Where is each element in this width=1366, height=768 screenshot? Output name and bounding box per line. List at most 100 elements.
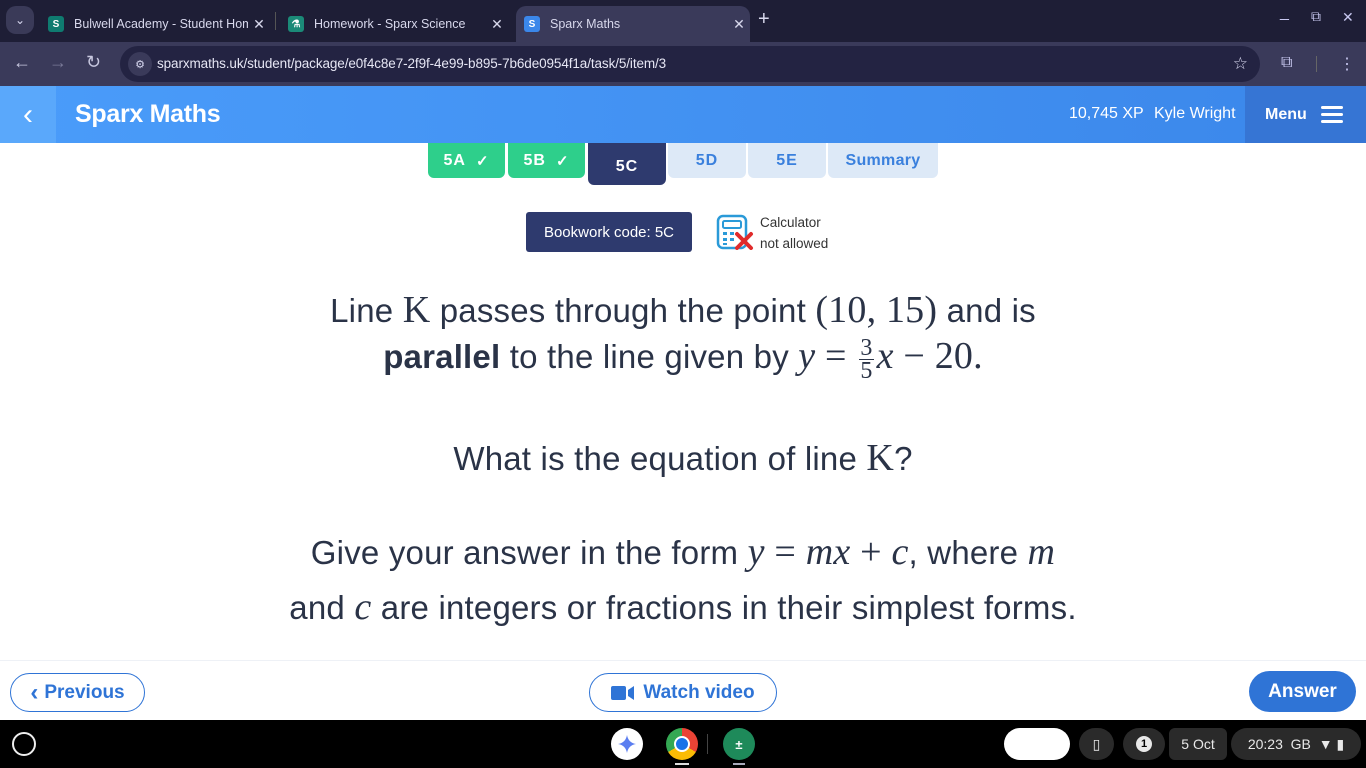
chevron-left-icon: ‹	[23, 97, 33, 131]
fraction-denominator: 5	[860, 357, 873, 384]
chevron-down-icon: ⌄	[14, 13, 26, 27]
brand-title: Sparx Maths	[75, 100, 221, 128]
browser-tab-strip: ⌄ S Bulwell Academy - Student Hom ✕ ⚗ Ho…	[0, 0, 1366, 42]
task-tab-5a[interactable]: 5A ✓	[428, 143, 505, 178]
tab-title: Bulwell Academy - Student Hom	[74, 17, 248, 31]
xp-counter: 10,745 XP	[1069, 105, 1144, 122]
launcher-button[interactable]	[12, 732, 36, 756]
system-shelf: ± ▯ 1 5 Oct 20:23 GB ▼ ▮	[0, 720, 1366, 768]
answer-button[interactable]: Answer	[1249, 671, 1356, 712]
watch-video-label: Watch video	[643, 681, 755, 703]
tab-title: Sparx Maths	[550, 17, 621, 31]
task-tab-5d[interactable]: 5D	[668, 143, 746, 178]
running-indicator	[675, 763, 689, 765]
minimize-icon[interactable]: _	[1280, 4, 1289, 22]
close-window-icon[interactable]: ✕	[1342, 9, 1354, 26]
task-tab-summary[interactable]: Summary	[828, 143, 938, 178]
bookmark-star-icon[interactable]: ☆	[1233, 54, 1248, 74]
calculator-status: Calculator not allowed	[760, 212, 828, 254]
calculator-status-text: not allowed	[760, 236, 829, 251]
check-icon: ✓	[475, 152, 490, 170]
site-info-icon[interactable]: ⚙	[128, 52, 152, 76]
calculator-glyph-icon: ±	[735, 736, 743, 752]
watch-video-button[interactable]: Watch video	[589, 673, 777, 712]
fraction-numerator: 3	[859, 334, 874, 361]
notification-count-badge: 1	[1136, 736, 1152, 752]
math-x: x	[876, 335, 894, 377]
question-text: and is	[937, 292, 1036, 329]
math-fraction: 35	[859, 334, 874, 384]
phone-hub-button[interactable]: ▯	[1079, 728, 1114, 760]
task-tab-5b[interactable]: 5B ✓	[508, 143, 585, 178]
close-tab-icon[interactable]: ✕	[248, 16, 270, 33]
question-text: Line	[330, 292, 403, 329]
app-header: ‹ Sparx Maths 10,745 XP Kyle Wright Menu	[0, 86, 1366, 143]
task-tab-label: 5B	[523, 151, 546, 169]
question-line-1: Line K passes through the point (10, 15)…	[0, 288, 1366, 332]
notifications-button[interactable]: 1	[1123, 728, 1165, 760]
system-tray-button[interactable]: 20:23 GB ▼ ▮	[1231, 728, 1361, 760]
video-camera-icon	[611, 685, 635, 700]
question-text: , where	[908, 534, 1028, 571]
bookwork-code: Bookwork code: 5C	[526, 212, 692, 252]
more-menu-icon[interactable]: ⋮	[1339, 54, 1355, 74]
task-tab-label: 5C	[615, 158, 639, 175]
holding-space-thumbnails[interactable]	[1004, 728, 1070, 760]
user-name[interactable]: Kyle Wright	[1154, 105, 1236, 123]
task-tab-5c[interactable]: 5C	[588, 143, 666, 185]
reload-icon[interactable]: ↻	[86, 52, 101, 73]
new-tab-button[interactable]: +	[758, 8, 770, 31]
tab-search-dropdown[interactable]: ⌄	[6, 6, 34, 34]
sharepoint-icon: S	[48, 16, 64, 32]
url-text[interactable]: sparxmaths.uk/student/package/e0f4c8e7-2…	[157, 56, 666, 71]
close-tab-icon[interactable]: ✕	[486, 16, 508, 33]
task-tab-5e[interactable]: 5E	[748, 143, 826, 178]
running-indicator	[733, 763, 745, 765]
phone-icon: ▯	[1092, 735, 1101, 752]
gemini-app-icon[interactable]	[611, 728, 643, 760]
task-tab-label: 5E	[776, 151, 798, 169]
menu-button[interactable]: Menu	[1245, 86, 1366, 143]
shelf-divider	[707, 734, 708, 754]
question-text: ?	[894, 440, 913, 477]
back-arrow-icon[interactable]: ←	[13, 52, 31, 73]
question-text: and	[289, 589, 355, 626]
task-tab-label: Summary	[845, 151, 921, 169]
flask-icon: ⚗	[288, 16, 304, 32]
math-point: (10, 15)	[815, 289, 938, 331]
task-tab-label: 5A	[443, 151, 466, 169]
question-line-5: and c are integers or fractions in their…	[0, 585, 1366, 629]
date-button[interactable]: 5 Oct	[1169, 728, 1227, 760]
close-tab-icon[interactable]: ✕	[728, 16, 750, 33]
browser-toolbar: ← → ↻ ⚙ sparxmaths.uk/student/package/e0…	[0, 42, 1366, 86]
math-equals: =	[764, 531, 806, 573]
tab-bulwell-academy[interactable]: S Bulwell Academy - Student Hom ✕	[42, 6, 270, 42]
math-equals: =	[815, 335, 857, 377]
calculator-app-icon[interactable]: ±	[723, 728, 755, 760]
tab-divider	[275, 12, 276, 30]
menu-label: Menu	[1265, 105, 1307, 123]
input-locale: GB	[1290, 736, 1311, 752]
forward-arrow-icon[interactable]: →	[49, 52, 67, 73]
previous-button[interactable]: ‹ Previous	[10, 673, 145, 712]
hamburger-icon	[1320, 102, 1343, 127]
address-bar[interactable]: ⚙ sparxmaths.uk/student/package/e0f4c8e7…	[120, 46, 1260, 82]
extensions-puzzle-icon[interactable]: ⧉	[1281, 54, 1292, 72]
chrome-app-icon[interactable]	[666, 728, 698, 760]
question-text: Give your answer in the form	[310, 534, 748, 571]
check-icon: ✓	[555, 152, 570, 170]
question-text: are integers or fractions in their simpl…	[371, 589, 1077, 626]
sparx-s-icon: S	[524, 16, 540, 32]
math-mx: mx	[805, 531, 851, 573]
question-text: passes through the point	[430, 292, 816, 329]
restore-icon[interactable]: ⧉	[1311, 8, 1321, 25]
clock-time: 20:23	[1247, 736, 1283, 752]
task-tab-label: 5D	[695, 151, 719, 169]
back-button[interactable]: ‹	[0, 86, 56, 143]
tab-sparx-science[interactable]: ⚗ Homework - Sparx Science ✕	[282, 6, 508, 42]
question-emphasis: parallel	[383, 338, 501, 375]
math-y: y	[798, 335, 816, 377]
math-y: y	[747, 531, 765, 573]
tab-sparx-maths[interactable]: S Sparx Maths ✕	[516, 6, 750, 42]
toolbar-divider	[1316, 56, 1317, 72]
